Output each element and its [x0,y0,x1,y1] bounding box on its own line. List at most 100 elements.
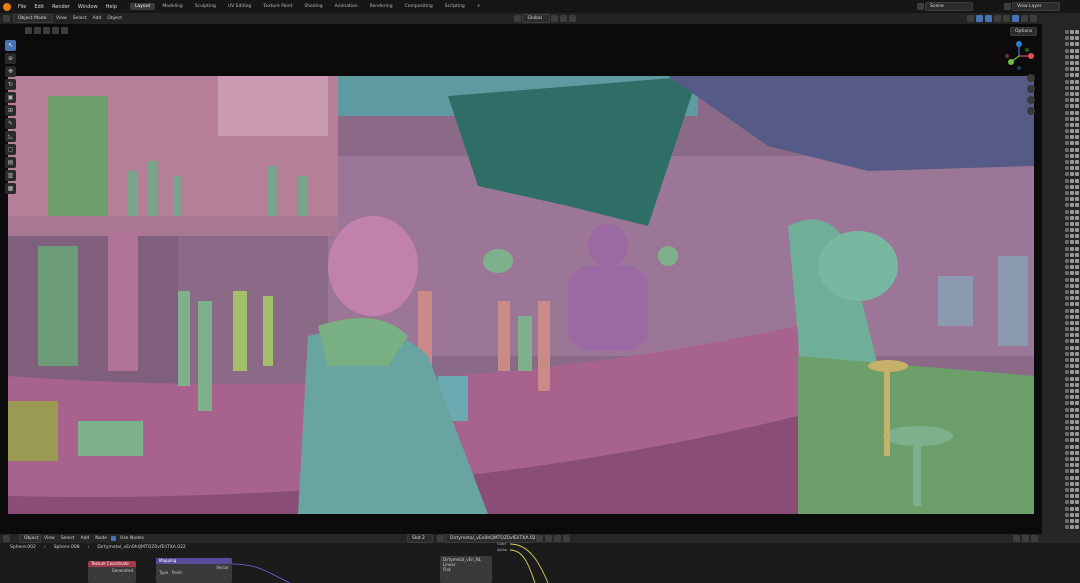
toggle-icon[interactable] [43,27,50,34]
camera-icon[interactable] [1075,370,1079,375]
eye-icon[interactable] [1070,30,1074,35]
camera-icon[interactable] [1075,141,1079,146]
eye-icon[interactable] [1070,197,1074,202]
camera-icon[interactable] [1075,54,1079,59]
camera-icon[interactable] [1075,153,1079,158]
checkbox-icon[interactable] [1065,172,1069,177]
checkbox-icon[interactable] [1065,432,1069,437]
eye-icon[interactable] [1070,283,1074,288]
checkbox-icon[interactable] [1065,79,1069,84]
camera-icon[interactable] [1075,382,1079,387]
checkbox-icon[interactable] [1065,481,1069,486]
camera-icon[interactable] [1075,277,1079,282]
eye-icon[interactable] [1070,215,1074,220]
camera-icon[interactable] [1075,500,1079,505]
camera-icon[interactable] [1075,234,1079,239]
pivot-icon[interactable] [551,15,559,22]
node-menu[interactable]: Node [92,536,110,541]
camera-icon[interactable] [1075,104,1079,109]
camera-icon[interactable] [1075,289,1079,294]
breadcrumb-item[interactable]: Sphere.008 [50,545,84,550]
checkbox-icon[interactable] [1065,178,1069,183]
camera-icon[interactable] [1075,129,1079,134]
x-axis-icon[interactable] [1028,53,1034,59]
cursor-tool-icon[interactable]: ⊕ [5,53,16,64]
eye-icon[interactable] [1070,426,1074,431]
overlay-icon[interactable] [1022,535,1029,542]
checkbox-icon[interactable] [1065,153,1069,158]
eye-icon[interactable] [1070,481,1074,486]
camera-icon[interactable] [1075,190,1079,195]
eye-icon[interactable] [1070,345,1074,350]
add-menu[interactable]: Add [90,16,105,21]
camera-icon[interactable] [1075,30,1079,35]
select-menu[interactable]: Select [70,16,90,21]
camera-icon[interactable] [1075,487,1079,492]
camera-icon[interactable] [1075,407,1079,412]
solid-shading-icon[interactable] [1012,15,1020,22]
zoom-icon[interactable] [1027,74,1035,82]
eye-icon[interactable] [1070,85,1074,90]
camera-icon[interactable] [1075,469,1079,474]
camera-icon[interactable] [1075,67,1079,72]
blender-logo-icon[interactable] [3,2,11,11]
material-shading-icon[interactable] [1021,15,1029,22]
checkbox-icon[interactable] [1065,358,1069,363]
eye-icon[interactable] [1070,98,1074,103]
checkbox-icon[interactable] [1065,463,1069,468]
breadcrumb-item[interactable]: Dirtymetal_vEn0hQMTOZ0vfEIiTXA.022 [93,545,189,550]
eye-icon[interactable] [1070,450,1074,455]
camera-icon[interactable] [1075,259,1079,264]
object-menu[interactable]: Object [104,16,125,21]
view-menu[interactable]: View [41,536,58,541]
camera-icon[interactable] [1075,395,1079,400]
checkbox-icon[interactable] [1065,351,1069,356]
checkbox-icon[interactable] [1065,116,1069,121]
scene-selector[interactable]: Scene [925,2,973,11]
camera-icon[interactable] [1075,364,1079,369]
checkbox-icon[interactable] [1065,518,1069,523]
eye-icon[interactable] [1070,271,1074,276]
checkbox-icon[interactable] [1065,184,1069,189]
camera-icon[interactable] [1075,308,1079,313]
checkbox-icon[interactable] [1065,506,1069,511]
camera-icon[interactable] [1075,345,1079,350]
eye-icon[interactable] [1070,160,1074,165]
camera-icon[interactable] [1075,333,1079,338]
checkbox-icon[interactable] [1065,450,1069,455]
camera-icon[interactable] [1075,401,1079,406]
eye-icon[interactable] [1070,457,1074,462]
eye-icon[interactable] [1070,351,1074,356]
annotate-tool-icon[interactable]: ✎ [5,118,16,129]
eye-icon[interactable] [1070,487,1074,492]
checkbox-icon[interactable] [1065,419,1069,424]
eye-icon[interactable] [1070,67,1074,72]
camera-icon[interactable] [1075,42,1079,47]
checkbox-icon[interactable] [1065,413,1069,418]
overlay-toggle-icon[interactable] [985,15,993,22]
camera-icon[interactable] [1075,122,1079,127]
checkbox-icon[interactable] [1065,129,1069,134]
eye-icon[interactable] [1070,147,1074,152]
camera-icon[interactable] [1075,271,1079,276]
checkbox-icon[interactable] [1065,190,1069,195]
checkbox-icon[interactable] [1065,197,1069,202]
camera-icon[interactable] [1075,265,1079,270]
tab-uv-editing[interactable]: UV Editing [223,3,256,10]
mode-dropdown[interactable]: Object Mode [13,14,53,23]
tab-shading[interactable]: Shading [299,3,327,10]
camera-icon[interactable] [1075,73,1079,78]
checkbox-icon[interactable] [1065,457,1069,462]
transform-tool-icon[interactable]: ⊞ [5,105,16,116]
shader-node-editor[interactable]: Object View Select Add Node Use Nodes Sl… [0,534,1080,583]
checkbox-icon[interactable] [1065,54,1069,59]
checkbox-icon[interactable] [1065,252,1069,257]
add-workspace-button[interactable]: + [472,3,486,10]
tab-texture-paint[interactable]: Texture Paint [258,3,297,10]
extra-tool-icon[interactable]: ▦ [5,183,16,194]
checkbox-icon[interactable] [1065,469,1069,474]
eye-icon[interactable] [1070,370,1074,375]
eye-icon[interactable] [1070,289,1074,294]
toggle-icon[interactable] [34,27,41,34]
checkbox-icon[interactable] [1065,265,1069,270]
